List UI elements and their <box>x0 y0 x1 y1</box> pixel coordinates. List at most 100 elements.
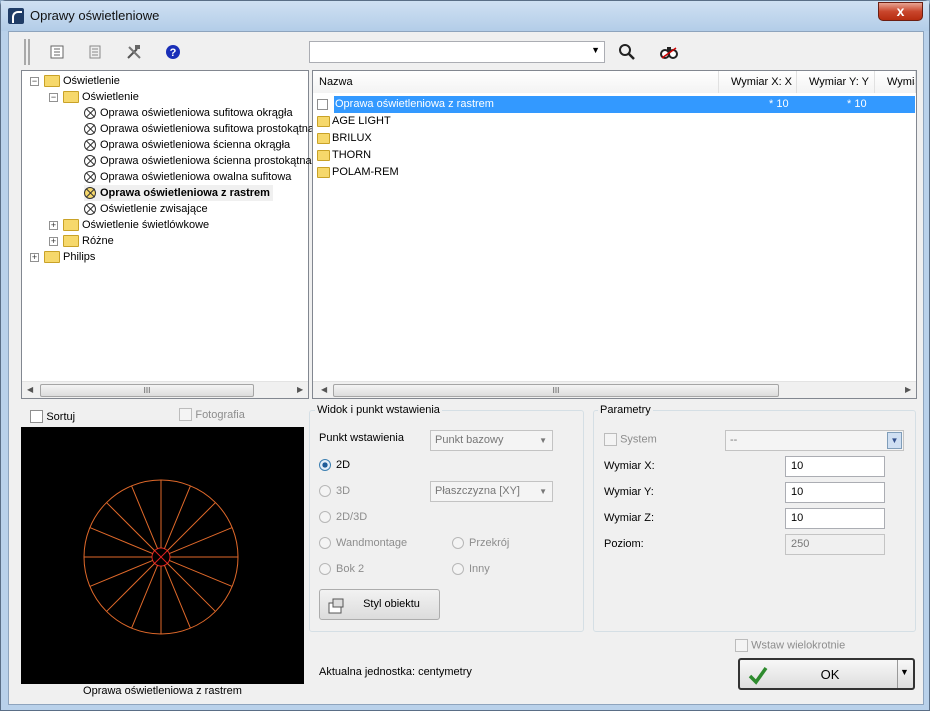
light-fixture-icon <box>84 139 96 152</box>
dim-y-field[interactable]: 10 <box>785 482 885 503</box>
tree-node-child[interactable]: Oświetlenie <box>63 89 139 105</box>
light-fixture-icon <box>84 107 96 120</box>
radio-2d3d[interactable]: 2D/3D <box>319 511 367 524</box>
tree-leaf[interactable]: Oprawa oświetleniowa sufitowa okrągła <box>84 105 293 121</box>
help-icon[interactable]: ? <box>162 41 184 63</box>
collapse-icon[interactable]: − <box>49 93 58 102</box>
find-binoculars-icon[interactable] <box>658 41 680 63</box>
list-hscrollbar[interactable]: ◀ III ▶ <box>313 381 916 398</box>
table-row[interactable]: AGE LIGHT <box>317 113 391 130</box>
category-tree[interactable]: − Oświetlenie − Oświetlenie Oprawa oświe… <box>21 70 314 399</box>
properties-icon[interactable] <box>46 41 68 63</box>
tree-leaf[interactable]: Oprawa oświetleniowa ścienna prostokątna <box>84 153 312 169</box>
scroll-left-icon[interactable]: ◀ <box>321 385 327 394</box>
folder-icon <box>63 219 79 232</box>
tree-node-label: Oświetlenie <box>63 75 120 87</box>
radio[interactable] <box>319 485 331 498</box>
level-field[interactable]: 250 <box>785 534 885 555</box>
scroll-right-icon[interactable]: ▶ <box>905 385 911 394</box>
ok-button[interactable]: OK ▼ <box>738 658 915 690</box>
chevron-down-icon[interactable]: ▼ <box>900 667 909 677</box>
svg-text:?: ? <box>170 47 177 59</box>
radio-przekroj[interactable]: Przekrój <box>452 537 509 550</box>
checkbox[interactable] <box>30 410 43 424</box>
radio-wandmontage[interactable]: Wandmontage <box>319 537 407 550</box>
column-header-y[interactable]: Wymiar Y: Y <box>797 71 875 93</box>
tree-leaf-label: Oprawa oświetleniowa sufitowa okrągła <box>100 107 293 119</box>
window-title: Oprawy oświetleniowe <box>30 8 160 23</box>
insert-point-label: Punkt wstawienia <box>319 432 404 444</box>
checkbox[interactable] <box>179 408 192 422</box>
checkbox[interactable] <box>735 639 748 652</box>
close-button[interactable]: x <box>878 2 923 21</box>
radio[interactable] <box>319 537 331 550</box>
scroll-thumb[interactable]: III <box>40 384 254 397</box>
radio[interactable] <box>452 537 464 550</box>
insert-multiple-label: Wstaw wielokrotnie <box>751 639 846 652</box>
object-list[interactable]: Nazwa Wymiar X: X Wymiar Y: Y Wymia Opra… <box>312 70 917 399</box>
light-fixture-icon <box>84 155 96 168</box>
expand-icon[interactable]: + <box>49 221 58 230</box>
table-row[interactable]: THORN <box>317 147 371 164</box>
scroll-right-icon[interactable]: ▶ <box>297 385 303 394</box>
tree-node[interactable]: Różne <box>63 233 114 249</box>
tree-leaf-label: Oprawa oświetleniowa ścienna prostokątna <box>100 155 312 167</box>
plane-dropdown[interactable]: Płaszczyzna [XY] ▼ <box>430 481 553 502</box>
chevron-down-icon: ▼ <box>539 436 547 445</box>
column-header-name[interactable]: Nazwa <box>313 71 719 93</box>
insert-point-dropdown[interactable]: Punkt bazowy ▼ <box>430 430 553 451</box>
radio-bok2-label: Bok 2 <box>336 563 365 575</box>
column-header-x[interactable]: Wymiar X: X <box>719 71 797 93</box>
photo-checkbox[interactable]: Fotografia <box>179 407 245 422</box>
system-dropdown[interactable]: -- ▼ <box>725 430 904 451</box>
dialog-client: ? ▼ − Oświetlenie − Oświetlenie Oprawa o… <box>8 31 924 705</box>
radio[interactable] <box>452 563 464 576</box>
photo-label: Fotografia <box>195 409 245 421</box>
sort-checkbox[interactable]: Sortuj <box>30 409 75 424</box>
radio-bok2[interactable]: Bok 2 <box>319 563 365 576</box>
chevron-down-icon: ▼ <box>539 487 547 496</box>
tree-leaf[interactable]: Oprawa oświetleniowa sufitowa prostokątn… <box>84 121 314 137</box>
insert-multiple-checkbox[interactable]: Wstaw wielokrotnie <box>735 639 845 652</box>
tree-leaf-selected[interactable]: Oprawa oświetleniowa z rastrem <box>84 185 273 201</box>
scroll-left-icon[interactable]: ◀ <box>27 385 33 394</box>
dim-x-label: Wymiar X: <box>604 460 655 472</box>
table-row[interactable]: Oprawa oświetleniowa z rastrem * 10 * 10 <box>317 96 915 113</box>
radio-2d[interactable]: 2D <box>319 459 350 472</box>
expand-icon[interactable]: + <box>30 253 39 262</box>
table-row[interactable]: POLAM-REM <box>317 164 399 181</box>
tree-node[interactable]: Philips <box>44 249 95 265</box>
table-row[interactable]: BRILUX <box>317 130 372 147</box>
dim-z-field[interactable]: 10 <box>785 508 885 529</box>
row-name: POLAM-REM <box>332 166 399 178</box>
system-checkbox[interactable]: System <box>604 433 657 446</box>
tree-hscrollbar[interactable]: ◀ III ▶ <box>22 381 308 398</box>
radio[interactable] <box>319 563 331 576</box>
scroll-thumb[interactable]: III <box>333 384 779 397</box>
dim-x-field[interactable]: 10 <box>785 456 885 477</box>
preview-spoke-line <box>163 485 191 549</box>
object-style-button[interactable]: Styl obiektu <box>319 589 440 620</box>
tree-leaf[interactable]: Oprawa oświetleniowa owalna sufitowa <box>84 169 291 185</box>
expand-icon[interactable]: + <box>49 237 58 246</box>
app-icon <box>8 8 24 24</box>
search-combo[interactable]: ▼ <box>309 41 605 63</box>
collapse-icon[interactable]: − <box>30 77 39 86</box>
title-bar: Oprawy oświetleniowe x <box>1 1 929 31</box>
radio-3d[interactable]: 3D <box>319 485 350 498</box>
tree-leaf[interactable]: Oświetlenie zwisające <box>84 201 208 217</box>
tree-node-label: Oświetlenie <box>82 91 139 103</box>
search-icon[interactable] <box>616 41 638 63</box>
column-header-z[interactable]: Wymia <box>875 71 916 93</box>
tree-node-root[interactable]: Oświetlenie <box>44 73 120 89</box>
radio[interactable] <box>319 511 331 524</box>
tree-node[interactable]: Oświetlenie świetlówkowe <box>63 217 209 233</box>
radio-inny[interactable]: Inny <box>452 563 490 576</box>
radio[interactable] <box>319 459 331 472</box>
checkbox[interactable] <box>604 433 617 446</box>
tree-leaf[interactable]: Oprawa oświetleniowa ścienna okrągła <box>84 137 290 153</box>
tools-icon[interactable] <box>123 41 145 63</box>
list-view-icon[interactable] <box>84 41 106 63</box>
chevron-down-icon[interactable]: ▼ <box>591 45 600 55</box>
folder-icon <box>63 235 79 248</box>
